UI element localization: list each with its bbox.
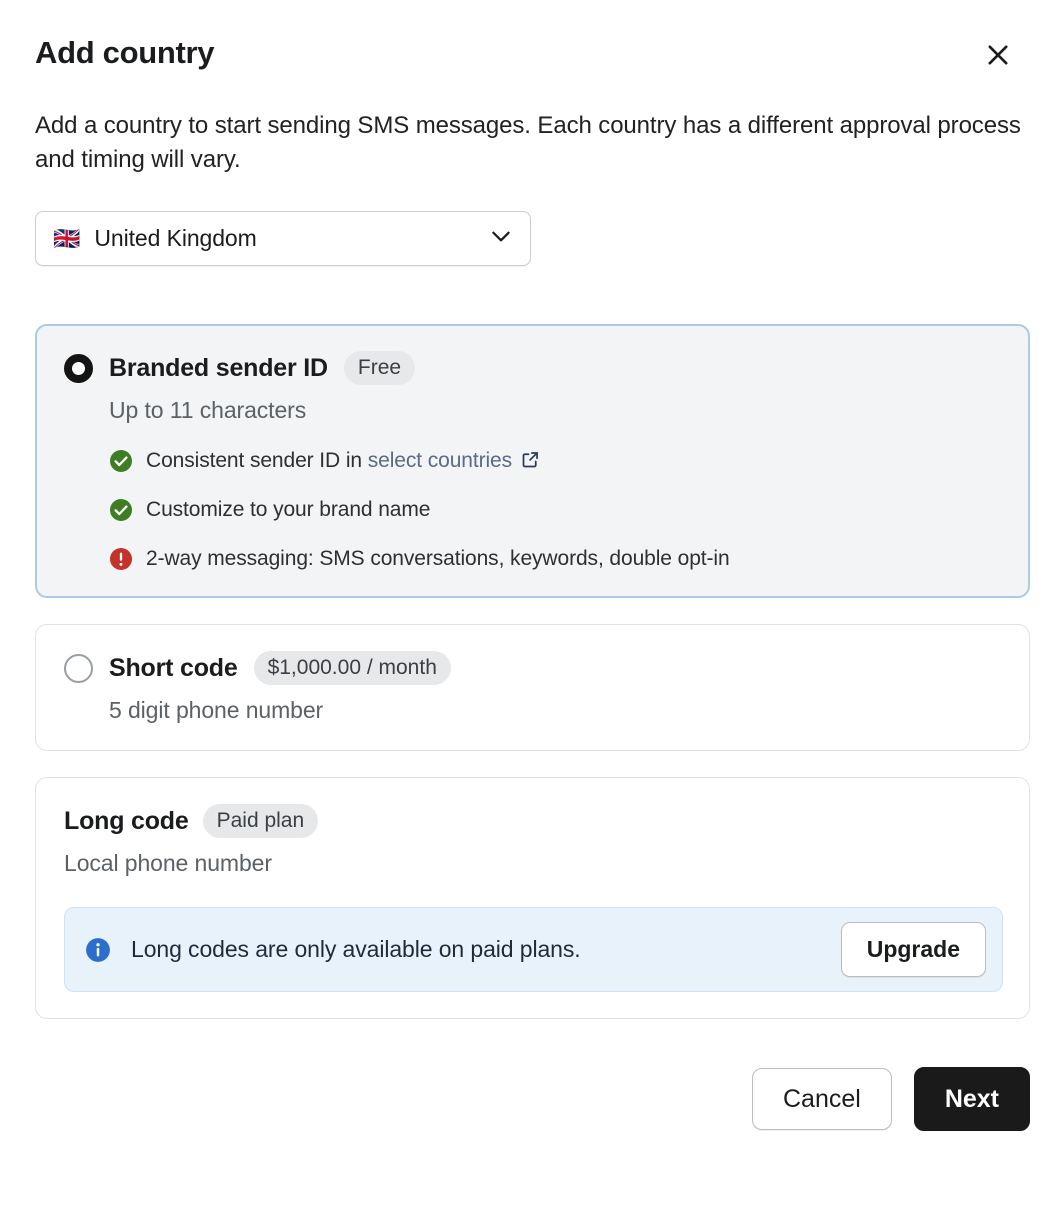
alert-circle-icon — [109, 547, 133, 571]
add-country-modal: Add country Add a country to start sendi… — [0, 0, 1050, 1224]
feature-item: Customize to your brand name — [109, 498, 1003, 522]
option-header: Branded sender ID Free — [64, 351, 1003, 386]
feature-item: Consistent sender ID in select countries — [109, 449, 1003, 473]
page-title: Add country — [35, 35, 215, 70]
radio-branded-sender-id[interactable] — [64, 353, 93, 383]
option-card-short-code[interactable]: Short code $1,000.00 / month 5 digit pho… — [35, 624, 1030, 752]
info-banner-text: Long codes are only available on paid pl… — [131, 936, 581, 963]
option-title: Branded sender ID — [109, 353, 328, 382]
uk-flag-icon: 🇬🇧 — [53, 225, 81, 251]
chevron-down-icon — [488, 223, 514, 254]
country-select[interactable]: 🇬🇧 United Kingdom — [35, 211, 531, 267]
option-badge: Paid plan — [202, 804, 319, 839]
option-card-branded-sender-id[interactable]: Branded sender ID Free Up to 11 characte… — [35, 324, 1030, 599]
option-subtitle: 5 digit phone number — [109, 697, 324, 724]
cancel-button[interactable]: Cancel — [751, 1068, 892, 1131]
check-circle-icon — [109, 498, 133, 522]
info-icon — [85, 937, 111, 963]
feature-text: Customize to your brand name — [146, 498, 431, 522]
option-title: Long code — [64, 806, 189, 835]
sender-type-options: Branded sender ID Free Up to 11 characte… — [35, 324, 1030, 1020]
close-button[interactable] — [978, 36, 1018, 76]
country-select-value: United Kingdom — [94, 225, 257, 252]
modal-footer: Cancel Next — [35, 1067, 1030, 1132]
upgrade-info-banner: Long codes are only available on paid pl… — [64, 907, 1003, 993]
feature-item: 2-way messaging: SMS conversations, keyw… — [109, 547, 1003, 571]
radio-short-code[interactable] — [64, 653, 93, 683]
close-icon — [984, 41, 1012, 72]
option-header: Long code Paid plan — [64, 804, 1003, 839]
option-title: Short code — [109, 653, 238, 682]
option-badge: $1,000.00 / month — [253, 651, 451, 686]
upgrade-button[interactable]: Upgrade — [840, 922, 986, 978]
option-subtitle: Local phone number — [64, 850, 272, 877]
next-button[interactable]: Next — [913, 1067, 1030, 1132]
check-circle-icon — [109, 449, 133, 473]
select-countries-link[interactable]: select countries — [368, 449, 512, 472]
feature-list: Consistent sender ID in select countries — [109, 449, 1003, 571]
option-subtitle: Up to 11 characters — [109, 397, 307, 424]
modal-header: Add country — [35, 34, 1030, 76]
option-header: Short code $1,000.00 / month — [64, 651, 1003, 686]
option-badge: Free — [343, 351, 416, 386]
feature-text: 2-way messaging: SMS conversations, keyw… — [146, 547, 730, 571]
external-link-icon[interactable] — [520, 449, 541, 470]
feature-text: Consistent sender ID in select countries — [146, 449, 541, 473]
modal-description: Add a country to start sending SMS messa… — [35, 112, 1021, 174]
option-card-long-code: Long code Paid plan Local phone number L… — [35, 777, 1030, 1020]
